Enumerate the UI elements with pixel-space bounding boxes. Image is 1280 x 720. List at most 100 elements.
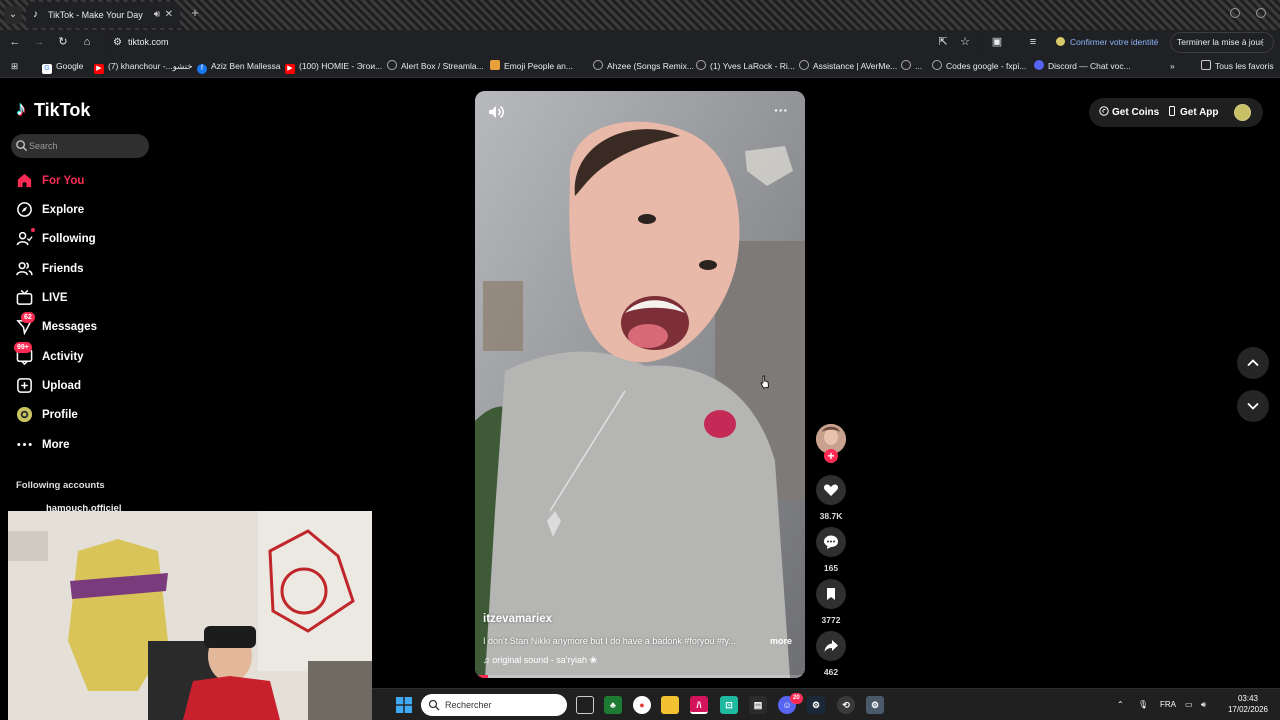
app-icon[interactable]: ▤ — [749, 696, 767, 714]
app-icon[interactable]: ♣ — [604, 696, 622, 714]
confirm-identity-label: Confirmer votre identité — [1070, 37, 1159, 47]
window-minimize-icon[interactable] — [1230, 8, 1240, 18]
nav-explore[interactable]: Explore — [16, 199, 156, 221]
coin-icon — [1099, 106, 1109, 116]
share-button[interactable] — [816, 631, 846, 661]
bookmark-item[interactable]: ▶ (100) HOMIE - Эгои... — [285, 55, 382, 78]
reload-icon[interactable]: ↻ — [56, 35, 70, 49]
tab-close-icon[interactable]: ✕ — [165, 2, 173, 28]
site-info-icon[interactable]: ⚙ — [110, 35, 125, 50]
extensions-icon[interactable]: ▣ — [990, 35, 1004, 49]
video-sound[interactable]: ♫ original sound - sa'ryiah ❀ — [483, 654, 597, 666]
forward-icon[interactable]: → — [32, 35, 46, 49]
nav-label: More — [42, 439, 70, 451]
bookmark-item[interactable]: Ahzee (Songs Remix... — [593, 55, 694, 78]
browser-tab[interactable]: ♪ TikTok - Make Your Day 🔊︎ ✕ — [26, 2, 180, 28]
webcam-scene-image — [8, 511, 372, 720]
bookmark-item[interactable]: Alert Box / Streamla... — [387, 55, 484, 78]
new-tab-icon[interactable]: + — [188, 6, 202, 20]
update-button[interactable]: Terminer la mise à jour ⋮ — [1170, 32, 1274, 53]
bookmark-label: Alert Box / Streamla... — [401, 61, 484, 71]
network-icon[interactable]: ▭ — [1185, 689, 1193, 720]
video-progress-bar[interactable] — [475, 675, 805, 678]
nav-more[interactable]: More — [16, 434, 156, 456]
home-browser-icon[interactable]: ⌂ — [80, 35, 94, 49]
tab-audio-icon[interactable]: 🔊︎ — [154, 2, 160, 28]
install-app-icon[interactable]: ⇱ — [936, 35, 950, 49]
nav-activity[interactable]: 99+ Activity — [14, 342, 156, 368]
get-app-label: Get App — [1180, 107, 1219, 118]
bookmark-item[interactable]: ... — [901, 55, 922, 78]
bookmark-item[interactable]: (1) Yves LaRock - Ri... — [696, 55, 795, 78]
file-explorer-icon[interactable] — [661, 696, 679, 714]
app-icon[interactable]: ⟲ — [837, 696, 855, 714]
nav-label: Activity — [42, 351, 84, 363]
bookmark-item[interactable]: Assistance | AVerMe... — [799, 55, 897, 78]
bookmark-item[interactable]: Codes google - fxpi... — [932, 55, 1026, 78]
windows-start-icon[interactable] — [396, 697, 412, 713]
video-player[interactable]: ··· itzevamariex I don't Stan Nikki anym… — [475, 91, 805, 678]
volume-tray-icon[interactable]: 🔊︎ — [1201, 689, 1206, 720]
bookmark-item[interactable]: Emoji People an... — [490, 55, 573, 78]
nav-live[interactable]: LIVE — [16, 287, 156, 309]
messages-badge: 62 — [21, 312, 35, 323]
caption-more-button[interactable]: more — [770, 635, 792, 647]
facebook-icon: f — [197, 64, 207, 74]
video-author[interactable]: itzevamariex — [483, 612, 552, 626]
task-view-icon[interactable] — [576, 696, 594, 714]
nav-following[interactable]: Following — [16, 228, 156, 250]
previous-video-button[interactable] — [1237, 347, 1269, 379]
browser-menu-icon[interactable]: ⋮ — [1259, 33, 1268, 52]
clock[interactable]: 03:43 17/02/2026 — [1222, 693, 1274, 715]
chrome-icon[interactable]: ● — [633, 696, 651, 714]
nav-friends[interactable]: Friends — [16, 258, 156, 280]
app-icon[interactable]: ⊡ — [720, 696, 738, 714]
get-coins-button[interactable]: Get Coins — [1099, 98, 1159, 127]
globe-icon — [593, 60, 603, 70]
bookmark-item[interactable]: Discord — Chat voc... — [1034, 55, 1131, 78]
bookmark-label: Discord — Chat voc... — [1048, 61, 1131, 71]
confirm-identity-chip[interactable]: Confirmer votre identité — [1056, 35, 1158, 49]
media-control-icon[interactable]: ≡ — [1026, 35, 1040, 49]
steam-icon[interactable]: ⚙ — [807, 696, 825, 714]
save-button[interactable] — [816, 579, 846, 609]
next-video-button[interactable] — [1237, 390, 1269, 422]
get-coins-label: Get Coins — [1112, 107, 1160, 118]
search-box[interactable] — [11, 134, 149, 158]
tab-search-icon[interactable]: ⌄ — [4, 6, 22, 24]
notification-dot — [31, 228, 35, 232]
all-bookmarks-folder[interactable]: Tous les favoris — [1201, 55, 1274, 78]
nav-for-you[interactable]: For You — [16, 170, 156, 192]
bookmark-item[interactable]: f Aziz Ben Mallessa — [197, 55, 280, 78]
get-app-button[interactable]: Get App — [1167, 98, 1219, 127]
language-indicator[interactable]: FRA — [1160, 689, 1176, 720]
nav-upload[interactable]: Upload — [16, 375, 156, 397]
taskbar-search[interactable]: Rechercher — [421, 694, 567, 716]
back-icon[interactable]: ← — [8, 35, 22, 49]
window-close-icon[interactable] — [1256, 8, 1266, 18]
more-bookmarks-icon[interactable]: » — [1170, 55, 1175, 78]
comment-count: 165 — [823, 563, 839, 573]
comment-button[interactable] — [816, 527, 846, 557]
volume-icon[interactable] — [487, 103, 505, 121]
nav-label: Following — [42, 233, 96, 245]
user-avatar[interactable] — [1234, 104, 1251, 121]
video-options-icon[interactable]: ··· — [771, 103, 791, 121]
follow-plus-icon[interactable]: + — [824, 449, 838, 463]
tray-overflow-icon[interactable]: ⌃ — [1117, 689, 1124, 720]
tiktok-studio-icon[interactable]: /\ — [690, 696, 708, 714]
microphone-icon[interactable]: 🎙︎ — [1138, 689, 1148, 720]
bookmark-item[interactable]: ▶ (7) khanchour -...خنشو — [94, 55, 193, 78]
bookmark-star-icon[interactable]: ☆ — [958, 35, 972, 49]
search-input[interactable] — [29, 134, 144, 158]
like-button[interactable] — [816, 475, 846, 505]
settings-app-icon[interactable]: ⚙ — [866, 696, 884, 714]
bookmark-item[interactable]: G Google — [42, 55, 83, 78]
address-bar[interactable]: ⚙ tiktok.com ⇱ ☆ — [104, 32, 984, 53]
taskbar-search-icon — [428, 699, 440, 711]
video-caption: I don't Stan Nikki anymore but I do have… — [483, 636, 736, 646]
apps-grid-icon[interactable]: ⊞ — [11, 55, 18, 78]
all-bookmarks-label: Tous les favoris — [1215, 61, 1274, 71]
nav-messages[interactable]: 62 Messages — [16, 312, 156, 338]
nav-profile[interactable]: Profile — [16, 404, 156, 426]
